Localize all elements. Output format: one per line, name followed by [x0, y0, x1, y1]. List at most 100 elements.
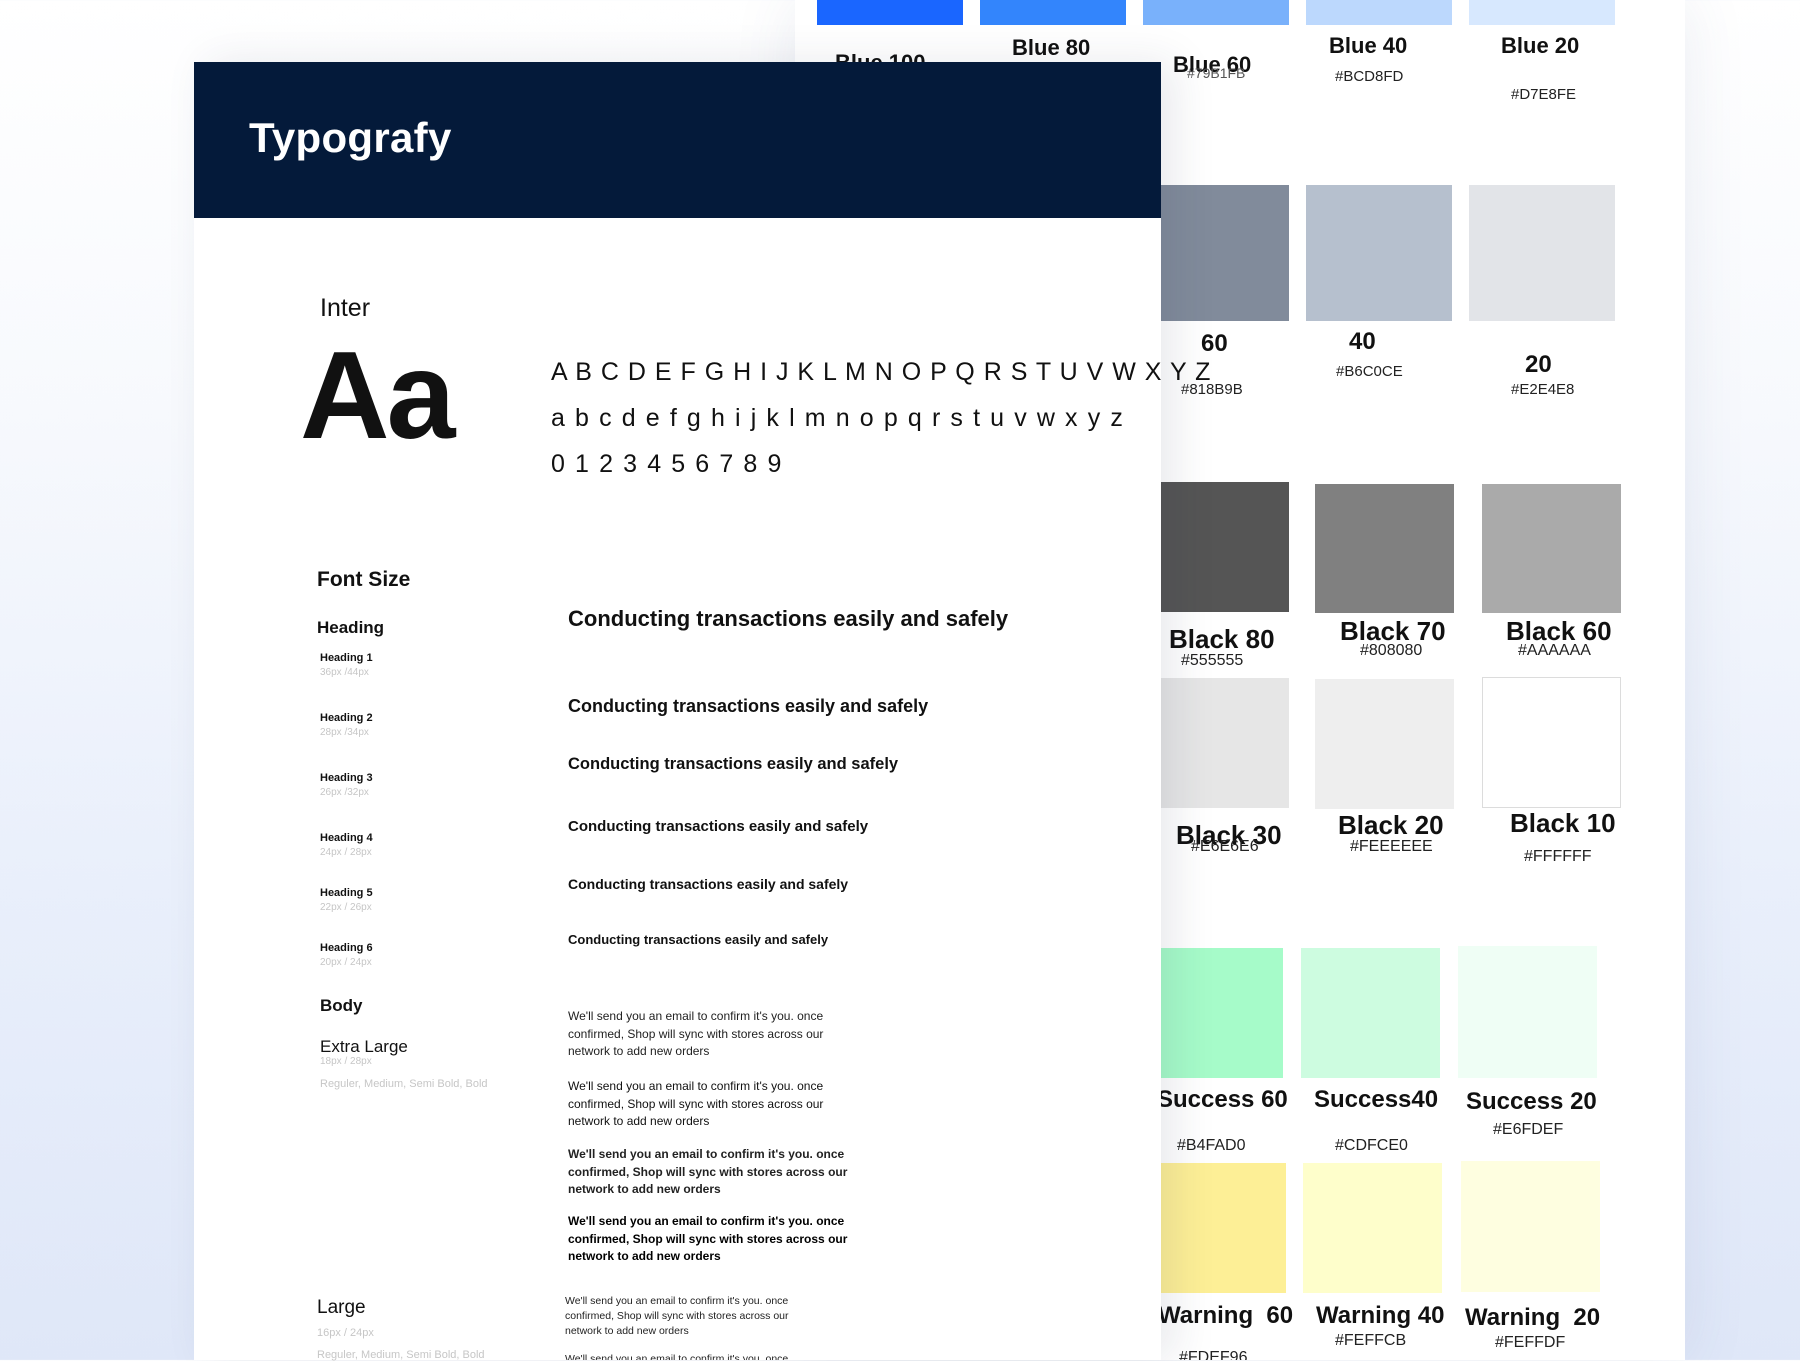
swatch-warning-40-name: Warning 40 — [1316, 1302, 1445, 1329]
swatch-blue-40 — [1306, 0, 1452, 25]
swatch-blue-100-name: Blue 100 — [835, 50, 926, 62]
swatch-success-40-name: Success40 — [1314, 1086, 1439, 1113]
swatch-black-60 — [1482, 484, 1621, 613]
swatch-blue-20-hex: #D7E8FE — [1511, 86, 1577, 103]
page-title: Typografy — [249, 114, 452, 161]
swatch-slate-40-hex: #B6C0CE — [1336, 363, 1403, 380]
large-body-sample-cut: We'll send you an email to confirm it's … — [565, 1352, 788, 1360]
body-sample-regular: We'll send you an email to confirm it's … — [568, 1008, 823, 1061]
swatch-warning-60-name: Warning 60 — [1158, 1302, 1294, 1329]
heading-5-spec: 22px / 26px — [320, 902, 372, 913]
heading-5-name: Heading 5 — [320, 887, 373, 899]
heading-6-name: Heading 6 — [320, 942, 373, 954]
heading-3-spec: 26px /32px — [320, 787, 369, 798]
swatch-warning-20-hex: #FEFFDF — [1495, 1334, 1566, 1351]
heading-1-name: Heading 1 — [320, 652, 373, 664]
body-sample-line: network to add new orders — [568, 1044, 710, 1058]
large-body-sample: We'll send you an email to confirm it's … — [565, 1294, 789, 1339]
body-sample-line: network to add new orders — [568, 1114, 710, 1128]
large-spec: 16px / 24px — [317, 1327, 374, 1339]
heading-section-label: Heading — [317, 618, 385, 637]
body-sample-line: network to add new orders — [568, 1182, 721, 1196]
heading-5-sample: Conducting transactions easily and safel… — [568, 876, 849, 892]
body-sample-line: We'll send you an email to confirm it's … — [568, 1079, 824, 1093]
heading-1-spec: 36px /44px — [320, 667, 369, 678]
swatch-slate-60-name: 60 — [1201, 330, 1228, 357]
swatch-slate-40-name: 40 — [1349, 328, 1376, 355]
body-sample-line: We'll send you an email to confirm it's … — [568, 1009, 824, 1023]
swatch-blue-60 — [1143, 0, 1289, 25]
swatch-blue-60-hex: #79B1FB — [1187, 65, 1246, 81]
heading-6-sample: Conducting transactions easily and safel… — [568, 932, 829, 947]
swatch-warning-20-name: Warning 20 — [1465, 1304, 1601, 1331]
extra-large-spec: 18px / 28px — [320, 1056, 372, 1067]
swatch-warning-20 — [1461, 1161, 1600, 1292]
extra-large-weights: Reguler, Medium, Semi Bold, Bold — [320, 1078, 488, 1090]
heading-3-sample: Conducting transactions easily and safel… — [568, 755, 899, 773]
swatch-warning-60 — [1143, 1163, 1286, 1293]
heading-4-sample: Conducting transactions easily and safel… — [568, 818, 869, 835]
typography-card: Typografy Inter Aa A B C D E F G H I J K… — [194, 62, 1210, 1361]
body-section-label: Body — [320, 996, 363, 1015]
swatch-black-10 — [1482, 677, 1621, 808]
heading-2-spec: 28px /34px — [320, 727, 369, 738]
heading-6-spec: 20px / 24px — [320, 957, 372, 968]
swatch-black-20-name: Black 20 — [1338, 810, 1444, 840]
swatch-blue-40-hex: #BCD8FD — [1335, 68, 1404, 85]
body-sample-line: We'll send you an email to confirm it's … — [565, 1295, 789, 1307]
heading-4-spec: 24px / 28px — [320, 847, 372, 858]
swatch-success-60-hex: #B4FAD0 — [1177, 1137, 1246, 1154]
swatch-black-30-hex: #E6E6E6 — [1191, 838, 1259, 855]
swatch-slate-20-hex: #E2E4E8 — [1511, 381, 1575, 398]
large-weights: Reguler, Medium, Semi Bold, Bold — [317, 1349, 485, 1361]
swatch-black-70-hex: #808080 — [1360, 642, 1423, 659]
body-sample-line: confirmed, Shop will sync with stores ac… — [568, 1096, 824, 1111]
body-sample-line: We'll send you an email to confirm it's … — [568, 1214, 845, 1228]
heading-2-sample: Conducting transactions easily and safel… — [568, 696, 929, 716]
digits: 0 1 2 3 4 5 6 7 8 9 — [551, 450, 783, 478]
swatch-black-80-hex: #555555 — [1181, 652, 1244, 669]
swatch-success-20 — [1458, 946, 1597, 1078]
swatch-black-10-hex: #FFFFFF — [1524, 848, 1592, 865]
swatch-slate-40 — [1306, 185, 1452, 321]
swatch-warning-40 — [1303, 1163, 1442, 1293]
body-sample-line: We'll send you an email to confirm it's … — [568, 1147, 845, 1161]
swatch-black-20-hex: #FEEEEEE — [1350, 838, 1433, 855]
body-sample-line: confirmed, Shop will sync with stores ac… — [565, 1310, 789, 1322]
swatch-slate-20 — [1469, 185, 1615, 321]
swatch-warning-60-hex: #FDEF96 — [1179, 1349, 1248, 1360]
swatch-black-20 — [1315, 679, 1454, 809]
swatch-blue-80-name: Blue 80 — [1012, 35, 1091, 60]
body-sample-line: confirmed, Shop will sync with stores ac… — [568, 1026, 824, 1041]
swatch-success-20-hex: #E6FDEF — [1493, 1121, 1564, 1138]
body-sample-line: confirmed, Shop will sync with stores ac… — [568, 1231, 848, 1246]
heading-4-name: Heading 4 — [320, 832, 373, 844]
lowercase-alphabet: a b c d e f g h i j k l m n o p q r s t … — [551, 404, 1125, 432]
font-size-label: Font Size — [317, 568, 411, 591]
body-sample-line: We'll send you an email to confirm it's … — [565, 1353, 789, 1360]
body-sample-bold: We'll send you an email to confirm it's … — [568, 1213, 847, 1266]
swatch-blue-80 — [980, 0, 1126, 25]
swatch-black-30 — [1143, 678, 1289, 808]
body-sample-semibold: We'll send you an email to confirm it's … — [568, 1146, 847, 1199]
swatch-black-80 — [1143, 482, 1289, 612]
typography-header: Typografy — [194, 62, 1161, 218]
large-name: Large — [317, 1297, 366, 1318]
swatch-blue-20-name: Blue 20 — [1501, 33, 1580, 58]
font-name: Inter — [320, 294, 371, 322]
body-sample-medium: We'll send you an email to confirm it's … — [568, 1078, 823, 1131]
heading-3-name: Heading 3 — [320, 772, 373, 784]
body-sample-line: network to add new orders — [565, 1325, 689, 1337]
swatch-blue-40-name: Blue 40 — [1329, 33, 1408, 58]
extra-large-name: Extra Large — [320, 1037, 408, 1056]
swatch-success-40-hex: #CDFCE0 — [1335, 1137, 1408, 1154]
swatch-black-80-name: Black 80 — [1169, 624, 1275, 654]
swatch-black-70 — [1315, 484, 1454, 613]
swatch-success-20-name: Success 20 — [1466, 1088, 1597, 1115]
swatch-black-10-name: Black 10 — [1510, 808, 1616, 838]
body-sample-line: confirmed, Shop will sync with stores ac… — [568, 1164, 848, 1179]
font-sample-glyph: Aa — [300, 327, 456, 465]
swatch-slate-20-name: 20 — [1525, 351, 1552, 378]
heading-1-sample: Conducting transactions easily and safel… — [568, 606, 1009, 631]
heading-2-name: Heading 2 — [320, 712, 373, 724]
